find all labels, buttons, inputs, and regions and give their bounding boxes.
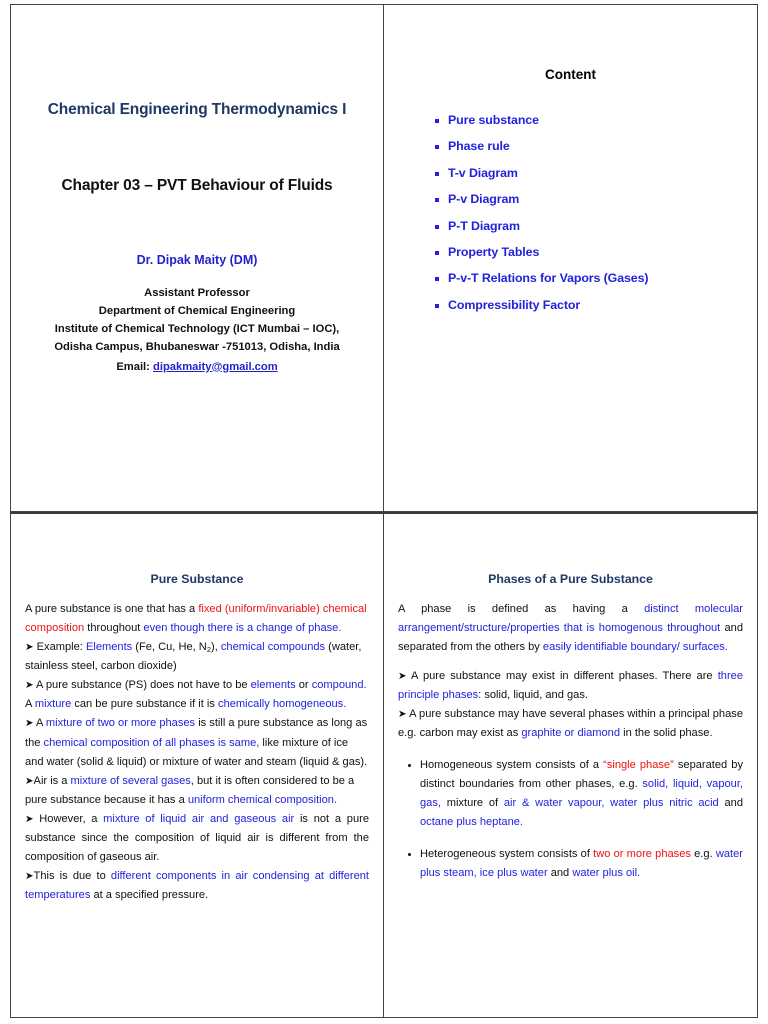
content-list-item-tv-diagram[interactable]: T-v Diagram [435,166,727,179]
ps-p1-b1: even though there is a change of phase. [143,622,342,635]
ps-p2-b2: chemical compounds [220,641,326,654]
arrow-bullet-icon: ➤ [25,718,34,730]
arrow-bullet-icon: ➤ [25,642,34,654]
content-heading: Content [545,67,596,82]
ph-p2-t1: A pure substance may exist in different … [406,670,718,683]
ps-p3-b3: mixture [34,698,72,711]
ps-p1-t2: throughout [84,622,144,635]
ps-p4-b2: chemical composition of all phases is sa… [43,736,260,749]
phases-bullet-homogeneous: Homogeneous system consists of a “single… [408,756,744,832]
ps-p4-b1: mixture of two or more phases [45,717,196,730]
slide-row-top: Chemical Engineering Thermodynamics I Ch… [10,4,758,512]
ps-p5-b1: mixture of several gases [70,774,191,787]
author-name: Dr. Dipak Maity (DM) [136,253,258,267]
ph-p3-t2: in the solid phase. [620,727,713,740]
ph-b1-r1: two or more phases [593,847,691,860]
arrow-bullet-icon: ➤ [398,671,407,683]
content-list-item-pure-substance[interactable]: Pure substance [435,114,727,126]
arrow-bullet-icon: ➤ [25,775,34,787]
ps-p3-t3: A [25,698,35,711]
slide-phases[interactable]: Phases of a Pure Substance A phase is de… [384,512,758,1018]
ph-p1-t1: A phase is defined as having a [398,603,645,615]
ps-p3-t4: can be pure substance if it is [71,698,219,711]
slide-content[interactable]: Content Pure substance Phase rule T-v Di… [384,4,758,512]
pure-substance-heading: Pure Substance [150,572,244,586]
slide-title[interactable]: Chemical Engineering Thermodynamics I Ch… [10,4,384,512]
email-line: Email: dipakmaity@gmail.com [33,358,361,376]
pure-substance-paragraph-6: ➤ However, a mixture of liquid air and g… [25,810,369,867]
content-list: Pure substance Phase rule T-v Diagram P-… [414,114,727,311]
ps-p1-t1: A pure substance is one that has a [25,603,199,615]
ps-p3-t2: or [295,679,312,692]
ps-p2-t2: (Fe, Cu, He, N [132,641,207,654]
pure-substance-content: Pure Substance A pure substance is one t… [11,572,383,905]
ph-b1-t3: and [547,866,573,879]
ps-p6-b1: mixture of liquid air and gaseous air [103,812,295,825]
ps-p4-t1: A [33,717,46,730]
email-label: Email: [116,360,150,373]
ph-b0-b3: octane plus heptane. [420,815,524,828]
ps-p3-t1: A pure substance (PS) does not have to b… [33,679,251,692]
slide-row-bottom: Pure Substance A pure substance is one t… [10,512,758,1018]
chapter-title: Chapter 03 – PVT Behaviour of Fluids [61,177,333,194]
course-title: Chemical Engineering Thermodynamics I [47,101,347,118]
content-slide-content: Content Pure substance Phase rule T-v Di… [384,67,757,311]
content-list-item-pvt-relations[interactable]: P-v-T Relations for Vapors (Gases) [435,272,727,285]
ph-p1-b2: easily identifiable boundary/ surfaces. [542,641,728,654]
slide-pure-substance[interactable]: Pure Substance A pure substance is one t… [10,512,384,1018]
ps-p7-t1: This is due to [33,870,111,883]
ps-p3-b2: compound. [311,679,367,692]
ph-b0-t3: mixture of [440,796,504,809]
pure-substance-paragraph-1: A pure substance is one that has a fixed… [25,600,369,638]
ph-b1-b2: water plus oil. [572,866,641,879]
content-list-item-phase-rule[interactable]: Phase rule [435,140,727,153]
affiliation-line-2: Department of Chemical Engineering [98,305,296,318]
pure-substance-paragraph-3: ➤ A pure substance (PS) does not have to… [25,676,369,714]
phases-paragraph-3: ➤ A pure substance may have several phas… [398,705,743,743]
ph-p3-b1: graphite or diamond [521,727,621,740]
affiliation-line-1: Assistant Professor [144,287,250,299]
affiliation-line-4: Odisha Campus, Bhubaneswar -751013, Odis… [54,341,340,354]
phases-content: Phases of a Pure Substance A phase is de… [384,572,757,883]
affiliation-line-3: Institute of Chemical Technology (ICT Mu… [54,323,340,336]
ph-b0-r1: “single phase” [603,758,674,771]
arrow-bullet-icon: ➤ [25,871,34,883]
arrow-bullet-icon: ➤ [25,813,34,825]
phases-bullet-heterogeneous: Heterogeneous system consists of two or … [408,845,743,883]
pure-substance-paragraph-7: ➤This is due to different components in … [25,867,369,905]
arrow-bullet-icon: ➤ [25,680,34,692]
ps-p5-t1: Air is a [33,774,71,787]
ph-b0-t1: Homogeneous system consists of a [420,758,604,771]
ps-p5-b2: uniform chemical composition. [187,793,338,806]
ps-p2-b1: Elements [85,641,133,654]
ph-b1-t1: Heterogeneous system consists of [420,847,594,860]
ps-p6-t1: However, a [33,812,104,825]
ps-p2-t1: Example: [33,641,86,654]
ph-b1-t2: e.g. [690,847,716,860]
phases-paragraph-2: ➤ A pure substance may exist in differen… [398,667,743,705]
phases-paragraph-1: A phase is defined as having a distinct … [398,600,743,657]
affiliation-block: Assistant Professor Department of Chemic… [33,284,361,376]
title-slide-content: Chemical Engineering Thermodynamics I Ch… [11,101,383,376]
pure-substance-paragraph-5: ➤Air is a mixture of several gases, but … [25,772,369,810]
ps-p7-t2: at a specified pressure. [90,889,209,902]
content-list-item-compressibility-factor[interactable]: Compressibility Factor [435,298,727,311]
ph-p2-t2: : solid, liquid, and gas. [478,689,588,702]
ps-p3-b4: chemically homogeneous. [218,698,347,711]
content-list-item-pv-diagram[interactable]: P-v Diagram [435,193,727,206]
phases-heading: Phases of a Pure Substance [488,572,653,586]
ps-p3-b1: elements [250,679,296,692]
ph-b0-t4: and [718,796,744,809]
content-list-item-pt-diagram[interactable]: P-T Diagram [435,219,727,232]
ph-b0-b2: air & water vapour, water plus nitric ac… [503,796,719,809]
email-link[interactable]: dipakmaity@gmail.com [153,361,278,373]
ps-p2-t3: ), [211,641,221,654]
arrow-bullet-icon: ➤ [398,709,407,721]
handout-page: Chemical Engineering Thermodynamics I Ch… [0,0,768,1024]
content-list-item-property-tables[interactable]: Property Tables [435,246,727,258]
phases-bullet-list: Homogeneous system consists of a “single… [398,756,743,883]
pure-substance-paragraph-4: ➤ A mixture of two or more phases is sti… [25,714,369,771]
pure-substance-paragraph-2: ➤ Example: Elements (Fe, Cu, He, N2), ch… [25,638,369,676]
